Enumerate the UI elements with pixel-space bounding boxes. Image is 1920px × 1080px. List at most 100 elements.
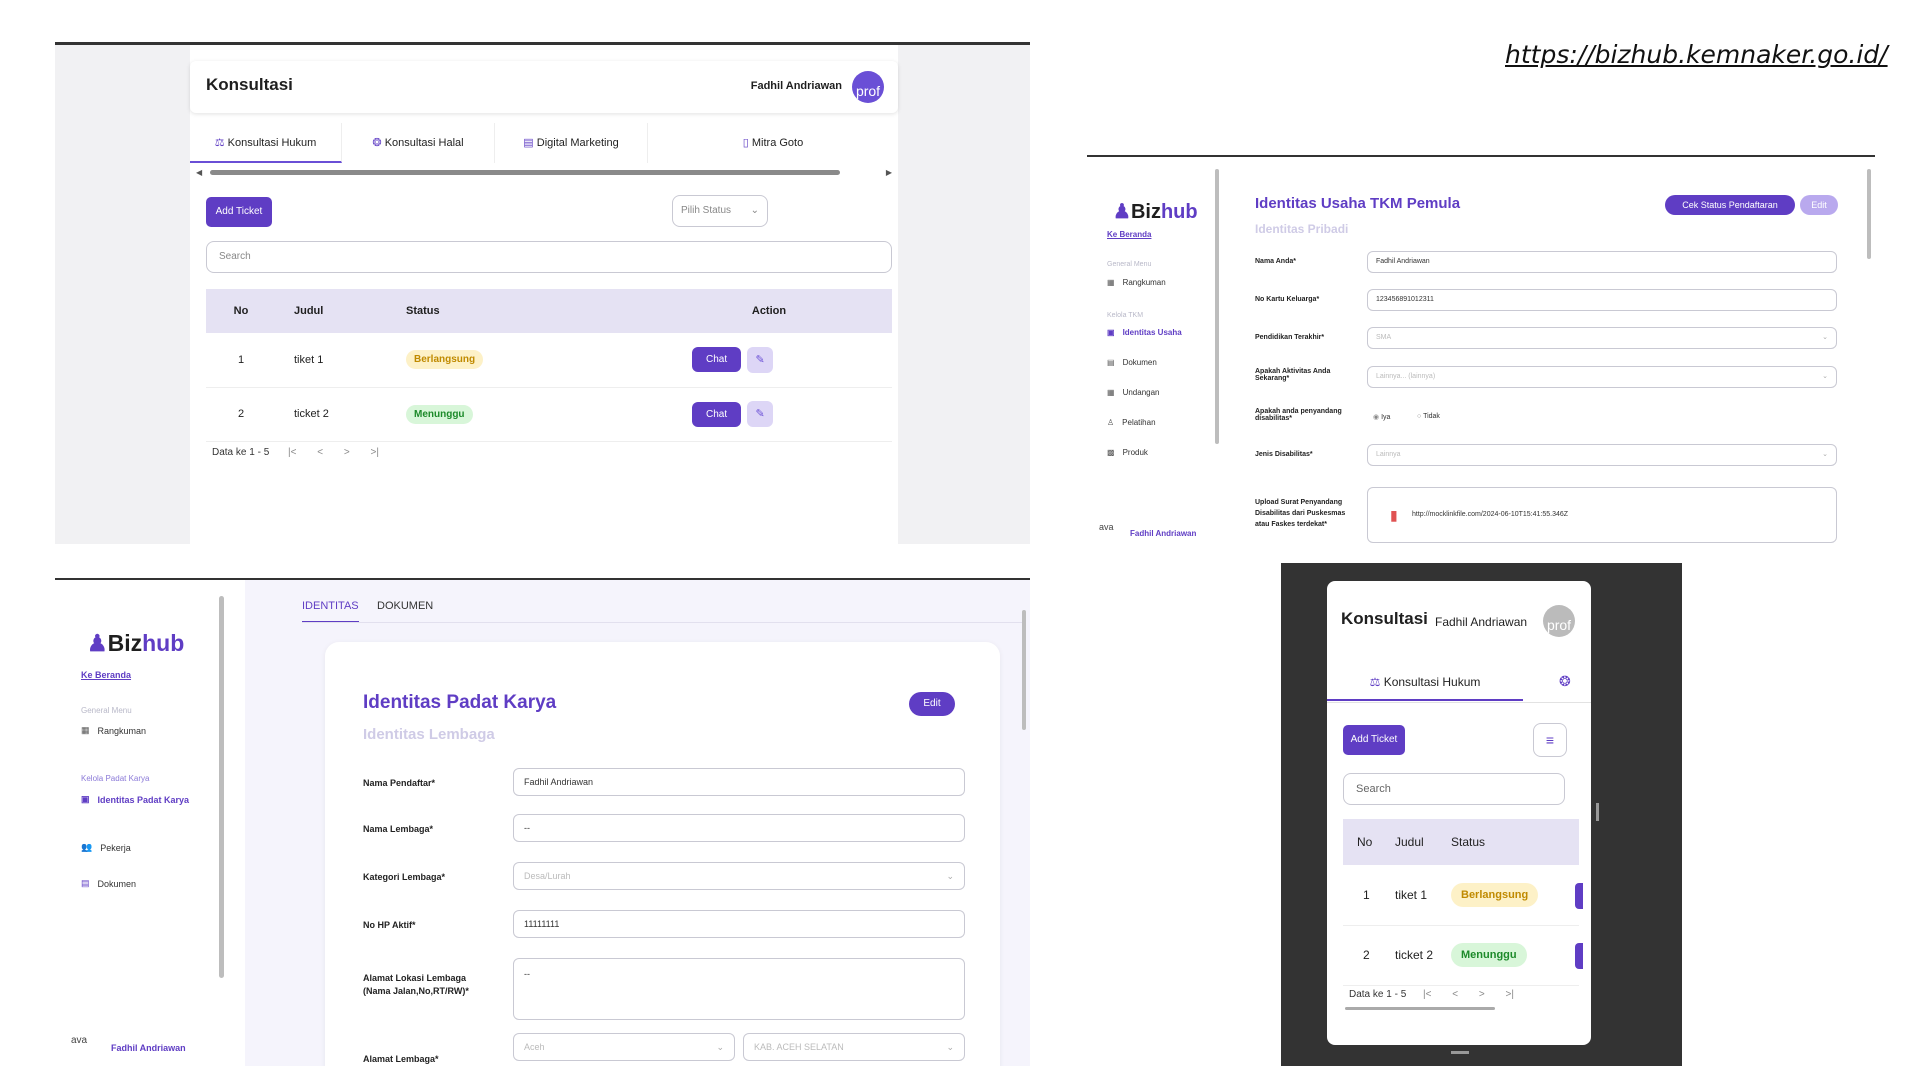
tab-konsultasi-hukum[interactable]: ⚖ Konsultasi Hukum	[1327, 663, 1523, 701]
sidebar-scrollbar[interactable]	[219, 596, 224, 978]
tab-digital-marketing[interactable]: ▤ Digital Marketing	[495, 123, 648, 163]
sidebar-item-rangkuman[interactable]: ▦ Rangkuman	[1107, 278, 1166, 287]
resize-handle[interactable]	[1451, 1051, 1469, 1054]
filter-icon[interactable]: ≡	[1533, 723, 1567, 757]
main-scrollbar[interactable]	[1022, 610, 1026, 730]
chevron-down-icon: ⌄	[716, 1042, 724, 1052]
source-url-link[interactable]: https://bizhub.kemnaker.go.id/	[1505, 40, 1888, 69]
nama-lembaga-field[interactable]: --	[513, 814, 965, 842]
chevron-down-icon: ⌄	[1822, 451, 1828, 458]
chat-button[interactable]: Chat	[692, 401, 742, 427]
halal-icon[interactable]: ❂	[1559, 673, 1571, 690]
scroll-left-icon[interactable]: ◀	[196, 168, 202, 177]
page-title: Identitas Padat Karya	[363, 692, 557, 713]
page-title: Identitas Usaha TKM Pemula	[1255, 195, 1461, 212]
first-page-icon[interactable]: |<	[1423, 989, 1431, 1000]
tab-identitas[interactable]: IDENTITAS	[302, 600, 359, 623]
edit-note-icon[interactable]: ✎	[747, 346, 774, 373]
col-judul: Judul	[1395, 819, 1451, 865]
prev-page-icon[interactable]: <	[317, 447, 323, 458]
add-ticket-button[interactable]: Add Ticket	[1343, 725, 1405, 755]
chat-button-partial[interactable]	[1575, 883, 1583, 909]
kabupaten-select[interactable]: KAB. ACEH SELATAN ⌄	[743, 1033, 965, 1061]
chevron-down-icon: ⌄	[1822, 334, 1828, 341]
main-scrollbar[interactable]	[1867, 169, 1871, 259]
radio-checked-icon: ◉	[1373, 414, 1380, 421]
scale-icon: ⚖	[1369, 675, 1381, 689]
sidebar-item-dokumen[interactable]: ▤ Dokumen	[81, 878, 136, 889]
last-page-icon[interactable]: >|	[371, 447, 379, 458]
edit-note-icon[interactable]: ✎	[747, 401, 774, 427]
col-no: No	[206, 289, 276, 333]
avatar: ava	[71, 1035, 88, 1046]
user-name[interactable]: Fadhil Andriawan	[111, 1043, 186, 1053]
ke-beranda-link[interactable]: Ke Beranda	[1107, 230, 1151, 239]
user-name[interactable]: Fadhil Andriawan	[1130, 529, 1196, 538]
sidebar-item-pekerja[interactable]: 👥 Pekerja	[81, 842, 131, 853]
cek-status-button[interactable]: Cek Status Pendaftaran	[1665, 195, 1795, 215]
sidebar-item-produk[interactable]: ▩ Produk	[1107, 448, 1148, 457]
search-input[interactable]: Search	[206, 241, 892, 273]
main-content: IDENTITAS DOKUMEN Identitas Padat Karya …	[245, 580, 1030, 1066]
alamat-lokasi-textarea[interactable]: --	[513, 958, 965, 1020]
page-subtitle: Identitas Pribadi	[1255, 222, 1349, 236]
sidebar-scrollbar[interactable]	[1215, 169, 1219, 444]
ticket-table: No Judul Status Action 1 tiket 1 Berlang…	[206, 289, 892, 442]
chat-button-partial[interactable]	[1575, 943, 1583, 969]
next-page-icon[interactable]: >	[344, 447, 350, 458]
identitas-padat-karya-panel: ♟Bizhub Ke Beranda General Menu ▦ Rangkum…	[55, 578, 1030, 1066]
next-page-icon[interactable]: >	[1479, 989, 1485, 1000]
horizontal-scrollbar[interactable]	[1345, 1007, 1495, 1010]
training-icon: ♙	[1107, 418, 1115, 427]
halal-icon: ❂	[372, 137, 382, 149]
first-page-icon[interactable]: |<	[288, 447, 296, 458]
prev-page-icon[interactable]: <	[1452, 989, 1458, 1000]
no-kk-field[interactable]: 123456891012311	[1367, 289, 1837, 311]
edit-button[interactable]: Edit	[909, 692, 955, 716]
search-input[interactable]: Search	[1343, 773, 1565, 805]
scroll-right-icon[interactable]: ▶	[886, 168, 892, 177]
radio-unchecked-icon: ○	[1417, 413, 1422, 420]
jenis-disabilitas-select[interactable]: Lainnya ⌄	[1367, 444, 1837, 466]
tab-konsultasi-halal[interactable]: ❂ Konsultasi Halal	[342, 123, 495, 163]
nama-anda-field[interactable]: Fadhil Andriawan	[1367, 251, 1837, 273]
sidebar-item-rangkuman[interactable]: ▦ Rangkuman	[81, 725, 146, 736]
chat-button[interactable]: Chat	[692, 347, 742, 373]
scrollbar-thumb[interactable]	[210, 170, 840, 175]
pendidikan-select[interactable]: SMA ⌄	[1367, 327, 1837, 349]
konsultasi-desktop-panel: Konsultasi Fadhil Andriawan prof ⚖ Konsu…	[55, 42, 1030, 544]
avatar[interactable]: prof	[852, 71, 884, 103]
horizontal-scrollbar[interactable]: ◀ ▶	[190, 168, 898, 177]
status-badge: Menunggu	[1451, 943, 1527, 967]
edit-button[interactable]: Edit	[1800, 195, 1838, 215]
sidebar-item-undangan[interactable]: ▦ Undangan	[1107, 388, 1159, 397]
status-badge: Berlangsung	[406, 350, 484, 370]
kategori-lembaga-select[interactable]: Desa/Lurah ⌄	[513, 862, 965, 890]
radio-iya[interactable]: ◉ Iya	[1373, 413, 1390, 421]
phone-icon: ▯	[742, 137, 749, 149]
tab-konsultasi-hukum[interactable]: ⚖ Konsultasi Hukum	[190, 123, 342, 163]
table-row: 2 ticket 2 Menunggu Chat ✎	[206, 387, 892, 442]
nama-pendaftar-field[interactable]: Fadhil Andriawan	[513, 768, 965, 796]
add-ticket-button[interactable]: Add Ticket	[206, 197, 272, 227]
avatar[interactable]: prof	[1543, 605, 1575, 637]
aktivitas-select[interactable]: Lainnya... (lainnya) ⌄	[1367, 366, 1837, 388]
tab-mitra-goto[interactable]: ▯ Mitra Goto	[648, 123, 898, 163]
sidebar-item-pelatihan[interactable]: ♙ Pelatihan	[1107, 418, 1156, 427]
radio-tidak[interactable]: ○ Tidak	[1417, 413, 1440, 420]
no-hp-field[interactable]: 11111111	[513, 910, 965, 938]
sidebar-item-identitas-usaha[interactable]: ▣ Identitas Usaha	[1107, 328, 1182, 337]
status-badge: Berlangsung	[1451, 882, 1539, 907]
ke-beranda-link[interactable]: Ke Beranda	[81, 670, 131, 680]
upload-file-field[interactable]: ▮ http://mocklinkfile.com/2024-06-10T15:…	[1367, 487, 1837, 543]
provinsi-select[interactable]: Aceh ⌄	[513, 1033, 735, 1061]
tab-dokumen[interactable]: DOKUMEN	[377, 600, 433, 612]
sidebar-item-identitas-padat-karya[interactable]: ▣ Identitas Padat Karya	[81, 794, 201, 805]
status-select[interactable]: Pilih Status ⌄	[672, 195, 768, 227]
sidebar-item-dokumen[interactable]: ▤ Dokumen	[1107, 358, 1157, 367]
last-page-icon[interactable]: >|	[1506, 989, 1514, 1000]
resize-handle[interactable]	[1596, 803, 1599, 821]
bizhub-logo: ♟Bizhub	[1113, 201, 1198, 223]
grid-icon: ▩	[1107, 448, 1115, 457]
page-title: Konsultasi	[206, 75, 293, 94]
